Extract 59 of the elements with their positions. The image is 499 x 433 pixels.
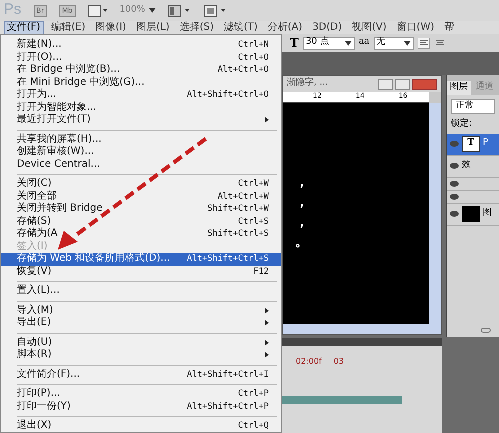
menu[interactable]: 窗口(W) <box>394 22 436 34</box>
menu-item[interactable]: 打开为智能对象... <box>1 102 281 114</box>
menu-item[interactable]: 关闭(C) Ctrl+W <box>1 178 281 190</box>
menu[interactable]: 3D(D) <box>310 22 344 34</box>
menu[interactable]: 图像(I) <box>94 22 128 34</box>
canvas-text: ， <box>295 215 310 229</box>
menu-item[interactable]: 关闭并转到 Bridge Shift+Ctrl+W <box>1 203 281 216</box>
menu-item[interactable]: 创建新审核(W)... <box>1 146 281 158</box>
menu-item[interactable]: 脚本(R) <box>1 349 281 362</box>
menu[interactable]: 滤镜(T) <box>222 22 260 34</box>
app-logo: Ps <box>4 0 22 20</box>
font-size-field[interactable]: 30 点 <box>302 36 355 50</box>
antialias-field[interactable]: 无 <box>374 36 414 50</box>
timeline-time: 02:00f <box>296 356 322 368</box>
canvas-text: ， <box>295 195 310 209</box>
panel-tab[interactable]: 图层 <box>447 81 471 94</box>
menu-item[interactable]: 存储(S) Ctrl+S <box>1 216 281 228</box>
menu-item[interactable]: 文件简介(F)... Alt+Shift+Ctrl+I <box>1 368 281 381</box>
menu-item[interactable]: 新建(N)... Ctrl+N <box>1 39 281 52</box>
canvas-text: ， <box>295 175 310 189</box>
menu[interactable]: 视图(V) <box>350 22 389 34</box>
layer-row[interactable]: T P <box>447 134 499 156</box>
menu-item[interactable]: 在 Mini Bridge 中浏览(G)... <box>1 76 281 89</box>
menu-item[interactable]: Device Central... <box>1 158 281 171</box>
menu-item[interactable]: 自动(U) <box>1 336 281 349</box>
menu-item[interactable]: 最近打开文件(T) <box>1 114 281 126</box>
canvas-text: 。 <box>295 235 310 249</box>
menu[interactable]: 文件(F) <box>4 20 44 34</box>
layer-thumbnail: T <box>462 136 480 152</box>
lock-label: 锁定: <box>450 118 474 131</box>
menu-item[interactable]: 存储为 Web 和设备所用格式(D)... Alt+Shift+Ctrl+S <box>1 253 281 266</box>
menu-item[interactable]: 退出(X) Ctrl+Q <box>1 420 281 432</box>
layer-row[interactable]: 效 <box>447 156 499 178</box>
layer-name: 图 <box>483 207 492 220</box>
menu[interactable]: 编辑(E) <box>50 22 88 34</box>
menu-item[interactable]: 打开为... Alt+Shift+Ctrl+O <box>1 89 281 102</box>
menu-item[interactable]: 存储为(A Shift+Ctrl+S <box>1 228 281 240</box>
blend-mode-dropdown[interactable]: 正常 <box>451 98 495 114</box>
text-tool-icon[interactable]: T <box>290 37 299 49</box>
menu[interactable]: 帮 <box>442 22 456 34</box>
menu-item[interactable]: 置入(L)... <box>1 285 281 298</box>
menu-item[interactable]: 打印(P)... Ctrl+P <box>1 388 281 400</box>
menu-item[interactable]: 导出(E) <box>1 317 281 330</box>
menu-item[interactable]: 打开(O)... Ctrl+O <box>1 52 281 64</box>
menu[interactable]: 图层(L) <box>134 22 172 34</box>
menu-item[interactable]: 在 Bridge 中浏览(B)... Alt+Ctrl+O <box>1 64 281 76</box>
menu[interactable]: 分析(A) <box>266 22 305 34</box>
layer-name: P <box>483 137 488 150</box>
menu[interactable]: 选择(S) <box>178 22 216 34</box>
document-title: 渐隐字, ... <box>287 77 328 90</box>
antialias-icon: aa <box>358 36 370 50</box>
menu-item[interactable]: 导入(M) <box>1 304 281 317</box>
layer-row[interactable]: 图 <box>447 204 499 226</box>
menu-item[interactable]: 打印一份(Y) Alt+Shift+Ctrl+P <box>1 400 281 413</box>
menu-item[interactable]: 共享我的屏幕(H)... <box>1 134 281 146</box>
menu-item[interactable]: 恢复(V) F12 <box>1 266 281 278</box>
layer-name: 效 <box>462 159 471 172</box>
menu-item[interactable]: 关闭全部 Alt+Ctrl+W <box>1 190 281 203</box>
timeline-time: 03 <box>334 356 344 368</box>
